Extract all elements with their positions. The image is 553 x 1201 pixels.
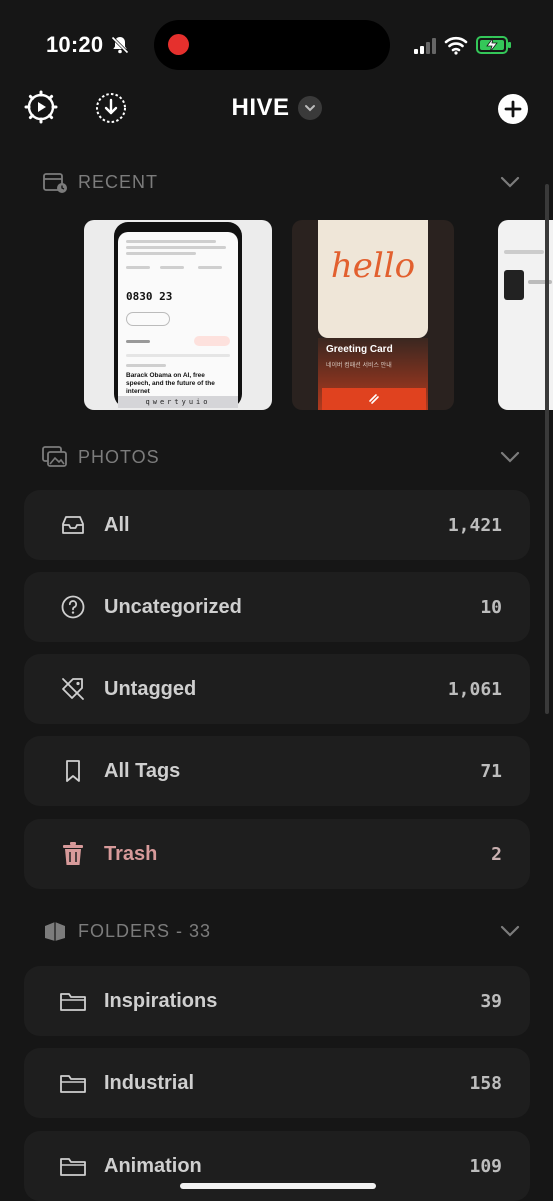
recent-section-header[interactable]: RECENT xyxy=(42,166,522,198)
phone-screenshot-thumbnail: 0830 23 Barack Obama on AI, free speech,… xyxy=(114,222,242,408)
row-label: Trash xyxy=(104,842,158,865)
photos-row-trash[interactable]: Trash 2 xyxy=(24,819,530,889)
row-count: 158 xyxy=(469,1072,502,1094)
wifi-icon xyxy=(444,36,468,55)
calendar-clock-icon xyxy=(42,169,68,195)
row-label: All Tags xyxy=(104,759,181,782)
photos-section-header[interactable]: PHOTOS xyxy=(42,441,522,473)
photos-row-uncategorized[interactable]: Uncategorized 10 xyxy=(24,572,530,642)
greeting-hello-text: hello xyxy=(330,246,416,286)
greeting-card-title: Greeting Card xyxy=(326,344,393,355)
tag-off-icon xyxy=(58,674,88,704)
folder-row-inspirations[interactable]: Inspirations 39 xyxy=(24,966,530,1036)
app-title: HIVE xyxy=(231,94,290,121)
folder-icon xyxy=(58,986,88,1016)
folder-icon xyxy=(58,1068,88,1098)
row-label: Industrial xyxy=(104,1071,195,1094)
folder-icon xyxy=(58,1151,88,1181)
row-count: 109 xyxy=(469,1155,502,1177)
photos-row-untagged[interactable]: Untagged 1,061 xyxy=(24,654,530,724)
photos-section-label: PHOTOS xyxy=(78,446,160,467)
recent-section-label: RECENT xyxy=(78,171,159,192)
row-label: All xyxy=(104,513,130,536)
battery-charging-icon xyxy=(476,36,511,54)
row-count: 71 xyxy=(480,760,502,782)
home-indicator[interactable] xyxy=(180,1183,376,1189)
trash-icon xyxy=(58,839,88,869)
plus-icon xyxy=(504,100,522,118)
greeting-card-subtitle: 네이버 컴패션 서비스 안내 xyxy=(326,363,392,369)
question-circle-icon xyxy=(58,592,88,622)
folder-stack-icon xyxy=(42,918,68,944)
link-icon xyxy=(369,394,379,404)
row-label: Animation xyxy=(104,1154,202,1177)
app-title-switcher[interactable]: HIVE xyxy=(0,94,553,122)
photos-row-all[interactable]: All 1,421 xyxy=(24,490,530,560)
card-code: 0830 23 xyxy=(126,290,173,303)
folder-row-industrial[interactable]: Industrial 158 xyxy=(24,1048,530,1118)
chevron-down-icon xyxy=(498,170,522,194)
row-count: 39 xyxy=(480,990,502,1012)
inbox-icon xyxy=(58,510,88,540)
row-label: Inspirations xyxy=(104,989,218,1012)
scrollbar[interactable] xyxy=(545,184,549,714)
chevron-down-icon xyxy=(498,919,522,943)
recording-indicator xyxy=(168,34,189,55)
row-count: 10 xyxy=(480,596,502,618)
add-button[interactable] xyxy=(498,94,528,124)
row-count: 1,061 xyxy=(447,678,502,700)
recent-card-article[interactable]: 0830 23 Barack Obama on AI, free speech,… xyxy=(84,220,272,410)
bookmark-icon xyxy=(58,756,88,786)
photos-stack-icon xyxy=(42,444,68,470)
row-label: Untagged xyxy=(104,677,197,700)
card-keyboard: qwertyuio xyxy=(118,396,238,408)
photos-row-all-tags[interactable]: All Tags 71 xyxy=(24,736,530,806)
bell-muted-icon xyxy=(111,36,129,54)
status-time: 10:20 xyxy=(46,32,104,57)
chevron-down-icon xyxy=(498,445,522,469)
row-count: 1,421 xyxy=(447,514,502,536)
cellular-signal-icon xyxy=(414,38,436,54)
folder-row-animation[interactable]: Animation 109 xyxy=(24,1131,530,1201)
dynamic-island xyxy=(154,20,390,70)
row-label: Uncategorized xyxy=(104,595,242,618)
chevron-down-icon xyxy=(297,96,322,120)
recent-card-greeting[interactable]: hello Greeting Card 네이버 컴패션 서비스 안내 xyxy=(292,220,454,410)
folders-section-header[interactable]: FOLDERS - 33 xyxy=(42,915,522,947)
row-count: 2 xyxy=(491,843,502,865)
folders-section-label: FOLDERS - 33 xyxy=(78,920,212,941)
card-headline: Barack Obama on AI, free speech, and the… xyxy=(126,372,215,395)
